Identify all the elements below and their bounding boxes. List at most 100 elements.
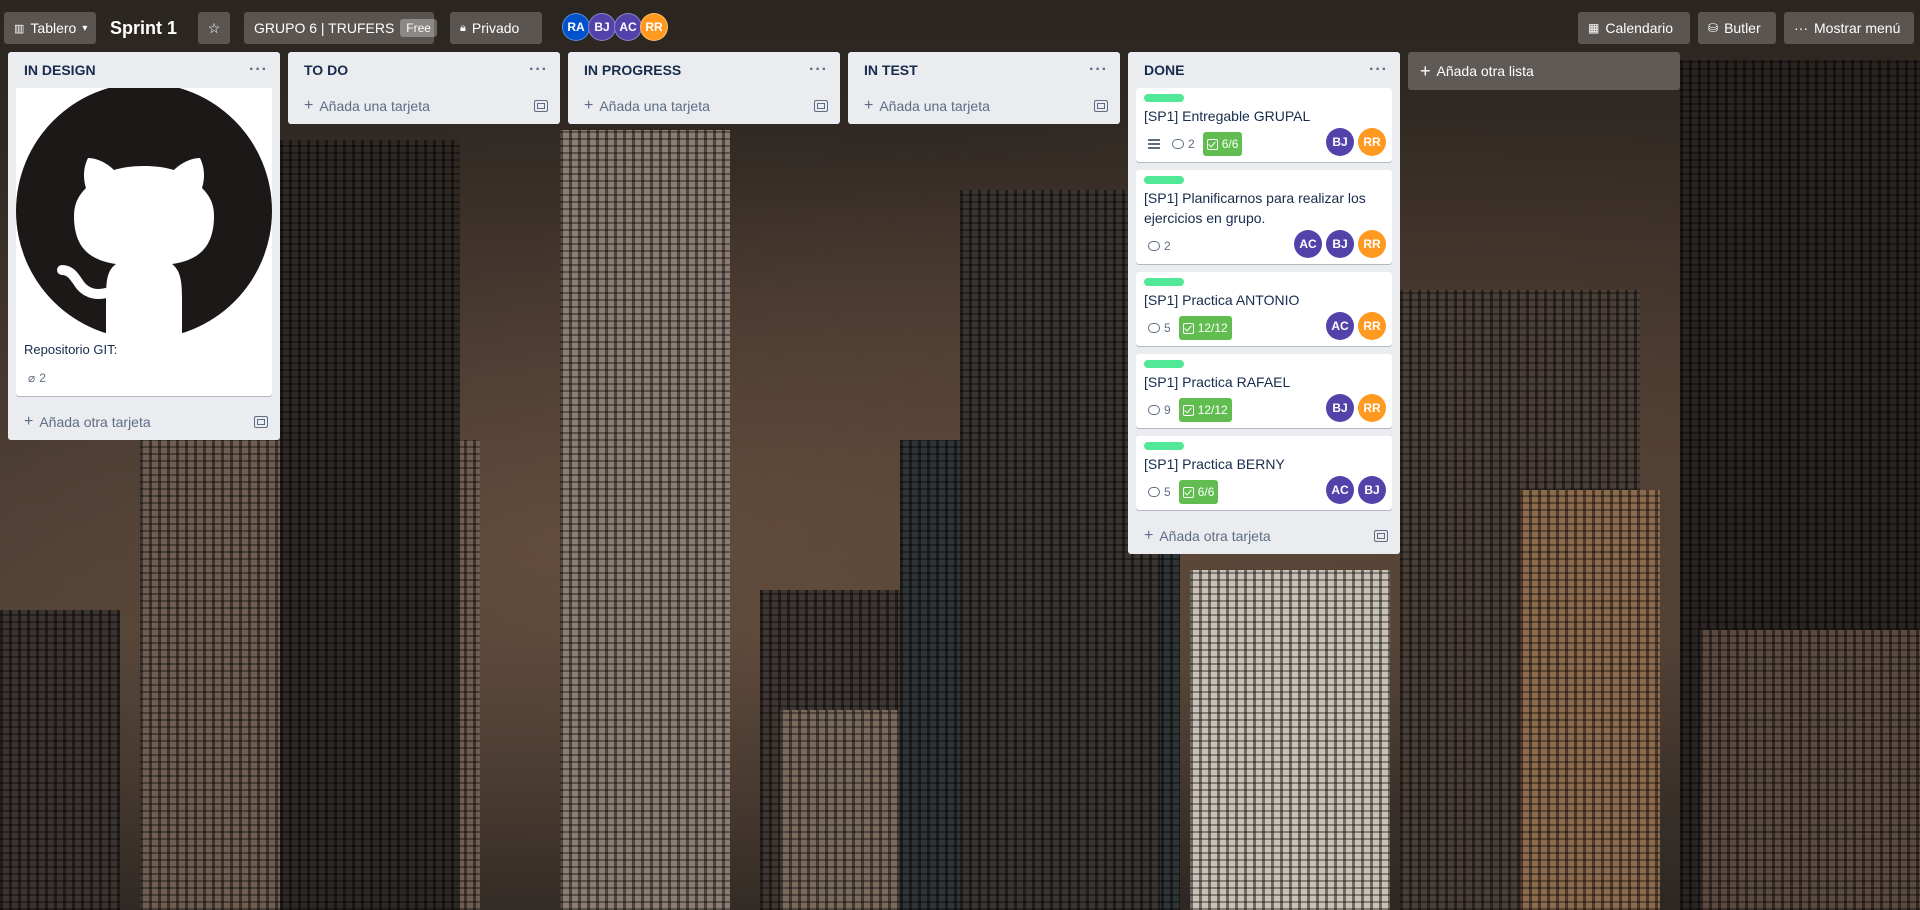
card-title: [SP1] Entregable GRUPAL: [1144, 108, 1311, 124]
paperclip-icon: ⌀: [28, 371, 36, 385]
card-template-icon[interactable]: [254, 416, 268, 428]
list-item[interactable]: [SP1] Practica ANTONIO 5 12/12 AC RR: [1136, 272, 1392, 346]
plus-icon: +: [24, 413, 34, 430]
add-card-button[interactable]: + Añada otra tarjeta: [1144, 527, 1271, 545]
list-item[interactable]: [SP1] Planificarnos para realizar los ej…: [1136, 170, 1392, 264]
card-template-icon[interactable]: [814, 100, 828, 112]
list-menu-icon[interactable]: ···: [249, 61, 268, 79]
card-title: [SP1] Practica BERNY: [1144, 456, 1285, 472]
list-title[interactable]: IN DESIGN: [24, 62, 96, 78]
github-logo-icon: [16, 88, 272, 334]
card-title: [SP1] Planificarnos para realizar los ej…: [1144, 190, 1366, 226]
card-title: [SP1] Practica ANTONIO: [1144, 292, 1300, 308]
list-title[interactable]: IN TEST: [864, 62, 918, 78]
comment-count: 2: [1188, 137, 1195, 151]
avatar[interactable]: BJ: [1326, 230, 1354, 258]
show-menu-label: Mostrar menú: [1814, 20, 1901, 36]
description-badge: [1144, 132, 1164, 156]
comment-icon: [1148, 405, 1160, 415]
checklist-count: 6/6: [1221, 137, 1239, 151]
comment-count: 5: [1164, 485, 1171, 499]
comment-icon: [1172, 139, 1184, 149]
list-title[interactable]: DONE: [1144, 62, 1184, 78]
checklist-badge: 12/12: [1178, 316, 1232, 340]
butler-button[interactable]: ⛁ Butler: [1698, 12, 1776, 44]
add-card-button[interactable]: + Añada una tarjeta: [864, 97, 990, 115]
avatar[interactable]: AC: [1294, 230, 1322, 258]
card-template-icon[interactable]: [1094, 100, 1108, 112]
avatar[interactable]: RR: [1358, 230, 1386, 258]
list-todo: TO DO ··· + Añada una tarjeta: [288, 52, 560, 124]
avatar[interactable]: RR: [640, 13, 668, 41]
card-label-green[interactable]: [1144, 442, 1184, 450]
card-template-icon[interactable]: [534, 100, 548, 112]
comment-count: 5: [1164, 321, 1171, 335]
comments-badge: 5: [1144, 480, 1175, 504]
checklist-icon: [1182, 486, 1194, 498]
list-menu-icon[interactable]: ···: [809, 61, 828, 79]
plus-icon: +: [864, 97, 874, 114]
comment-icon: [1148, 241, 1160, 251]
butler-icon: ⛁: [1708, 21, 1719, 35]
add-card-button[interactable]: + Añada otra tarjeta: [24, 413, 151, 431]
list-item[interactable]: [SP1] Entregable GRUPAL 2 6/6 BJ RR: [1136, 88, 1392, 162]
avatar[interactable]: AC: [1326, 476, 1354, 504]
avatar[interactable]: RR: [1358, 128, 1386, 156]
checklist-count: 12/12: [1197, 321, 1228, 335]
checklist-badge: 6/6: [1202, 132, 1243, 156]
comment-count: 9: [1164, 403, 1171, 417]
board-view-icon: ▥: [14, 22, 25, 35]
calendar-button[interactable]: ▦ Calendario: [1578, 12, 1690, 44]
add-card-button[interactable]: + Añada una tarjeta: [584, 97, 710, 115]
list-title[interactable]: TO DO: [304, 62, 348, 78]
checklist-count: 6/6: [1197, 485, 1215, 499]
avatar[interactable]: BJ: [588, 13, 616, 41]
visibility-label: Privado: [471, 20, 520, 36]
list-done: DONE ··· [SP1] Entregable GRUPAL 2 6/6 B…: [1128, 52, 1400, 554]
avatar[interactable]: BJ: [1326, 394, 1354, 422]
list-menu-icon[interactable]: ···: [529, 61, 548, 79]
avatar[interactable]: RA: [562, 13, 590, 41]
workspace-name: GRUPO 6 | TRUFERS: [254, 20, 395, 36]
card-label-green[interactable]: [1144, 278, 1184, 286]
calendar-icon: ▦: [1588, 21, 1600, 35]
plus-icon: +: [1420, 60, 1431, 81]
list-item[interactable]: [SP1] Practica RAFAEL 9 12/12 BJ RR: [1136, 354, 1392, 428]
star-button[interactable]: ☆: [198, 12, 230, 44]
comment-count: 2: [1164, 239, 1171, 253]
view-switcher-label: Tablero: [30, 20, 77, 36]
board-title[interactable]: Sprint 1: [110, 12, 177, 44]
comments-badge: 5: [1144, 316, 1175, 340]
card-cover-image: [16, 88, 272, 334]
comment-icon: [1148, 323, 1160, 333]
card-label-green[interactable]: [1144, 360, 1184, 368]
list-menu-icon[interactable]: ···: [1089, 61, 1108, 79]
list-title[interactable]: IN PROGRESS: [584, 62, 681, 78]
card-template-icon[interactable]: [1374, 530, 1388, 542]
board-background-image: [0, 0, 1920, 910]
add-card-button[interactable]: + Añada una tarjeta: [304, 97, 430, 115]
avatar[interactable]: BJ: [1358, 476, 1386, 504]
comments-badge: 9: [1144, 398, 1175, 422]
list-item[interactable]: Repositorio GIT: ⌀ 2: [16, 88, 272, 396]
list-item[interactable]: [SP1] Practica BERNY 5 6/6 AC BJ: [1136, 436, 1392, 510]
card-label-green[interactable]: [1144, 94, 1184, 102]
avatar[interactable]: AC: [614, 13, 642, 41]
plus-icon: +: [304, 97, 314, 114]
card-title: Repositorio GIT:: [24, 342, 118, 357]
card-title: [SP1] Practica RAFAEL: [1144, 374, 1291, 390]
view-switcher-button[interactable]: ▥ Tablero ▾: [4, 12, 96, 44]
list-menu-icon[interactable]: ···: [1369, 61, 1388, 79]
avatar[interactable]: AC: [1326, 312, 1354, 340]
avatar[interactable]: RR: [1358, 394, 1386, 422]
add-card-label: Añada una tarjeta: [319, 98, 430, 114]
avatar[interactable]: BJ: [1326, 128, 1354, 156]
card-label-green[interactable]: [1144, 176, 1184, 184]
show-menu-button[interactable]: ··· Mostrar menú: [1784, 12, 1914, 44]
visibility-button[interactable]: 🔒︎ Privado: [450, 12, 542, 44]
workspace-button[interactable]: GRUPO 6 | TRUFERS Free: [244, 12, 437, 44]
star-icon: ☆: [207, 19, 221, 36]
avatar[interactable]: RR: [1358, 312, 1386, 340]
list-in-progress: IN PROGRESS ··· + Añada una tarjeta: [568, 52, 840, 124]
add-list-button[interactable]: + Añada otra lista: [1408, 52, 1680, 90]
